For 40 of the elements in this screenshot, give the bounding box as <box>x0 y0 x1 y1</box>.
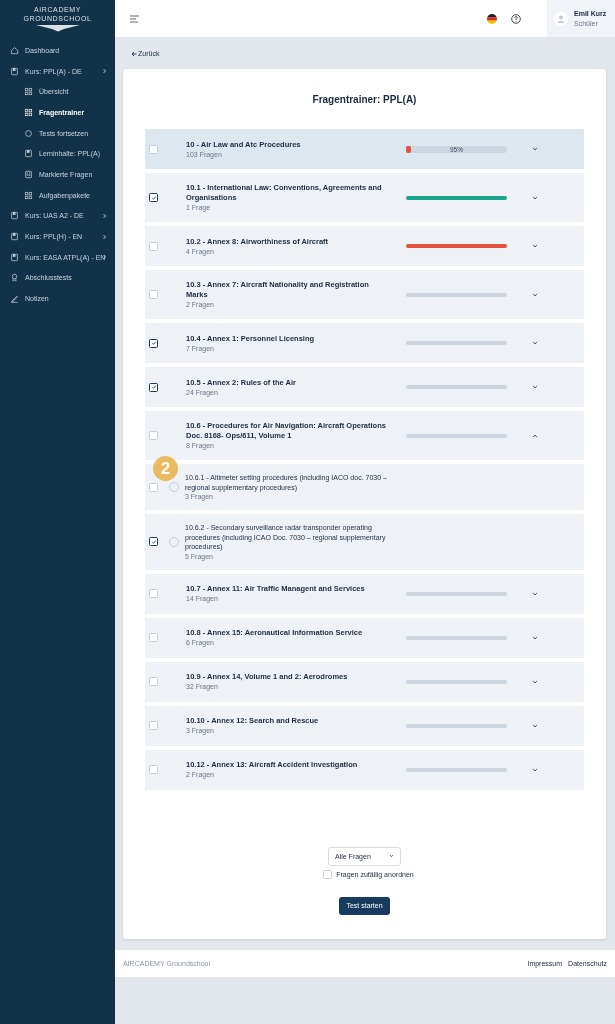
book-icon <box>24 149 33 159</box>
chevron-down-icon[interactable] <box>532 591 538 596</box>
chevron-icon <box>102 233 107 240</box>
book-icon <box>10 252 19 262</box>
house-icon <box>10 45 19 55</box>
chevron-down-icon[interactable] <box>532 679 538 684</box>
book-icon <box>10 232 19 242</box>
chevron-down-icon <box>389 854 394 858</box>
chevron-down-icon[interactable] <box>532 767 538 772</box>
help-icon[interactable] <box>511 13 521 24</box>
checkbox[interactable] <box>149 382 158 392</box>
chevron-down-icon[interactable] <box>532 385 538 389</box>
chevron-icon <box>102 254 107 261</box>
avatar-icon <box>554 11 568 26</box>
chevron-down-icon[interactable] <box>532 341 538 345</box>
checkbox[interactable] <box>149 537 158 547</box>
checkbox[interactable] <box>149 193 158 202</box>
chevron-down-icon[interactable] <box>532 292 538 297</box>
book-icon <box>10 211 19 221</box>
page-title: Fragentrainer: PPL(A) <box>311 94 418 105</box>
grid-icon <box>24 190 33 200</box>
chevron-down-icon[interactable] <box>532 147 538 151</box>
chevron-icon <box>102 212 107 219</box>
chevron-up-icon[interactable] <box>532 433 538 438</box>
award-icon <box>10 273 19 283</box>
bookmark-icon <box>24 169 33 179</box>
flag-icon[interactable] <box>487 13 497 24</box>
chevron-down-icon[interactable] <box>532 723 538 728</box>
grid-icon <box>24 107 33 117</box>
wing-icon <box>35 23 80 32</box>
chevron-down-icon[interactable] <box>532 195 538 200</box>
book-icon <box>10 66 19 76</box>
circle-icon <box>24 128 33 138</box>
chevron-icon <box>102 68 107 75</box>
pen-icon <box>10 294 19 304</box>
arrow-left-icon <box>131 50 137 57</box>
checkbox[interactable] <box>149 338 158 348</box>
grid-icon <box>24 87 33 97</box>
chevron-down-icon[interactable] <box>532 244 538 248</box>
chevron-down-icon[interactable] <box>532 635 538 640</box>
